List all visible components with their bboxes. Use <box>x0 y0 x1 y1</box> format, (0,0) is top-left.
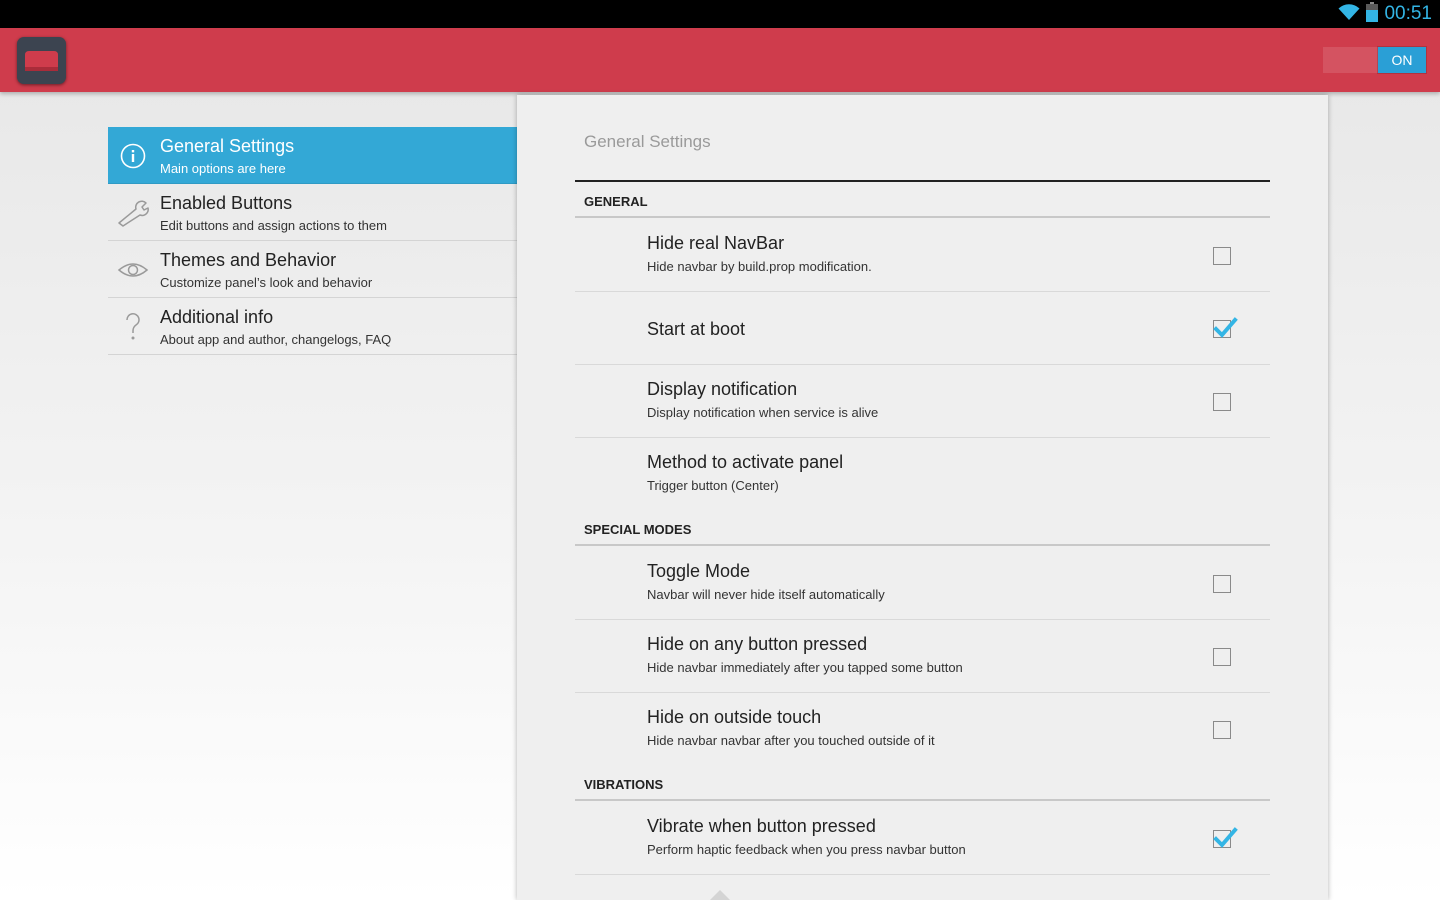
pref-toggle-mode[interactable]: Toggle Mode Navbar will never hide itsel… <box>575 547 1270 620</box>
checkbox-unchecked[interactable] <box>1213 721 1231 739</box>
checkmark-icon <box>1213 317 1238 338</box>
pref-hide-on-any-button-pressed[interactable]: Hide on any button pressed Hide navbar i… <box>575 620 1270 693</box>
app-icon[interactable] <box>17 37 66 84</box>
action-bar: ON <box>0 28 1440 92</box>
pref-title: Hide on outside touch <box>647 707 822 727</box>
checkmark-icon <box>1213 827 1238 848</box>
pref-title: Vibrate when button pressed <box>647 816 876 836</box>
pref-title: Hide real NavBar <box>647 233 785 253</box>
pref-start-at-boot[interactable]: Start at boot <box>575 292 1270 365</box>
category-label: VIBRATIONS <box>584 777 664 792</box>
pref-vibrate-when-button-pressed[interactable]: Vibrate when button pressed Perform hapt… <box>575 802 1270 875</box>
pref-hide-on-outside-touch[interactable]: Hide on outside touch Hide navbar navbar… <box>575 693 1270 766</box>
pref-subtitle: Trigger button (Center) <box>647 478 779 493</box>
pref-subtitle: Perform haptic feedback when you press n… <box>647 842 966 857</box>
menu-item-title: Themes and Behavior <box>160 250 337 270</box>
scroll-indicator-icon <box>710 890 730 900</box>
checkbox-unchecked[interactable] <box>1213 247 1231 265</box>
category-label: GENERAL <box>584 194 648 209</box>
menu-item-themes-and-behavior[interactable]: Themes and Behavior Customize panel’s lo… <box>108 241 517 298</box>
category-vibrations: VIBRATIONS <box>575 765 1270 801</box>
pref-subtitle: Navbar will never hide itself automatica… <box>647 587 885 602</box>
checkbox-checked[interactable] <box>1213 317 1238 338</box>
status-clock: 00:51 <box>1384 3 1432 24</box>
status-icons: 00:51 <box>1338 1 1432 27</box>
settings-panel: General Settings GENERAL Hide real NavBa… <box>517 95 1328 900</box>
service-toggle-switch[interactable]: ON <box>1323 47 1426 73</box>
pref-title: Display notification <box>647 379 798 399</box>
info-icon <box>116 139 150 173</box>
pref-title: Start at boot <box>647 319 746 339</box>
question-icon <box>116 310 150 344</box>
menu-item-subtitle: About app and author, changelogs, FAQ <box>160 332 392 347</box>
menu-item-title: Enabled Buttons <box>160 193 293 213</box>
checkbox-unchecked[interactable] <box>1213 648 1231 666</box>
checkbox-unchecked[interactable] <box>1213 393 1231 411</box>
wifi-icon <box>1338 3 1360 26</box>
menu-item-subtitle: Edit buttons and assign actions to them <box>160 218 387 233</box>
pref-subtitle: Display notification when service is ali… <box>647 405 879 420</box>
pref-title: Toggle Mode <box>647 561 751 581</box>
status-bar: 00:51 <box>0 0 1440 28</box>
pref-title: Hide on any button pressed <box>647 634 868 654</box>
battery-icon <box>1366 1 1379 27</box>
pref-display-notification[interactable]: Display notification Display notificatio… <box>575 365 1270 438</box>
category-special-modes: SPECIAL MODES <box>575 510 1270 546</box>
panel-title: General Settings <box>584 132 711 151</box>
pref-subtitle: Hide navbar by build.prop modification. <box>647 259 872 274</box>
menu-item-subtitle: Main options are here <box>160 161 286 176</box>
category-general: GENERAL <box>575 182 1270 218</box>
menu-item-subtitle: Customize panel’s look and behavior <box>160 275 373 290</box>
switch-on-label: ON <box>1378 47 1426 73</box>
checkbox-unchecked[interactable] <box>1213 575 1231 593</box>
pref-hide-real-navbar[interactable]: Hide real NavBar Hide navbar by build.pr… <box>575 219 1270 292</box>
menu-item-title: General Settings <box>160 136 295 156</box>
eye-icon <box>116 253 150 287</box>
pref-title: Method to activate panel <box>647 452 844 472</box>
wrench-icon <box>116 196 150 230</box>
category-label: SPECIAL MODES <box>584 522 692 537</box>
pref-subtitle: Hide navbar immediately after you tapped… <box>647 660 963 675</box>
menu-item-title: Additional info <box>160 307 274 327</box>
settings-menu: General Settings Main options are here E… <box>108 127 517 355</box>
menu-item-enabled-buttons[interactable]: Enabled Buttons Edit buttons and assign … <box>108 184 517 241</box>
menu-item-additional-info[interactable]: Additional info About app and author, ch… <box>108 298 517 355</box>
pref-subtitle: Hide navbar navbar after you touched out… <box>647 733 935 748</box>
menu-item-general-settings[interactable]: General Settings Main options are here <box>108 127 517 184</box>
checkbox-checked[interactable] <box>1213 827 1238 848</box>
pref-method-to-activate-panel[interactable]: Method to activate panel Trigger button … <box>575 438 1270 511</box>
